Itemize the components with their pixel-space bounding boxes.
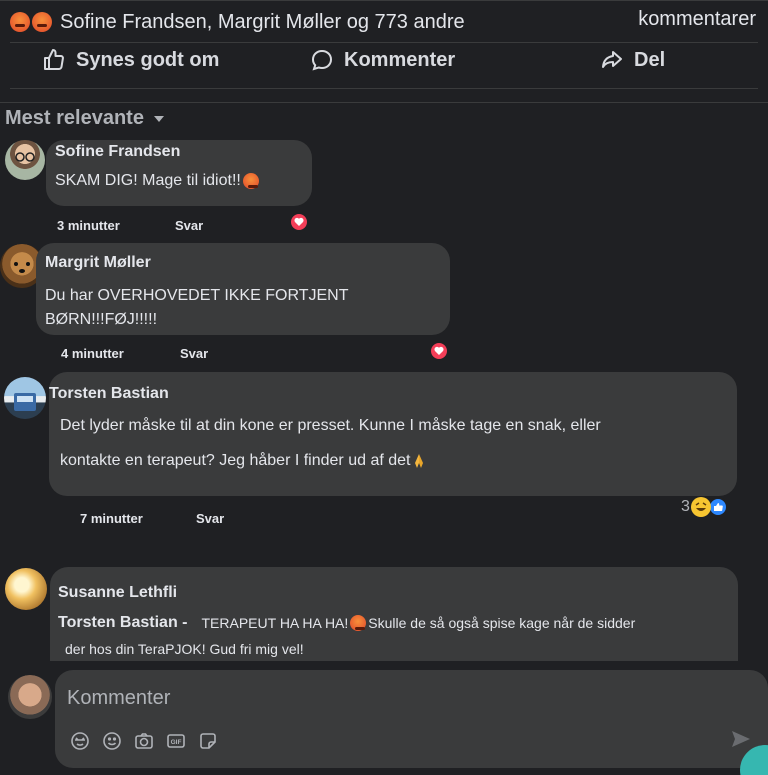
comments-count-link[interactable]: kommentarer: [638, 8, 756, 31]
angry-emoji-icon: [32, 12, 52, 32]
avatar[interactable]: [4, 377, 46, 419]
angry-emoji-icon: [242, 173, 259, 189]
comment-author[interactable]: Margrit Møller: [45, 254, 151, 272]
comment-text: BØRN!!!FØJ!!!!!: [45, 311, 158, 328]
comment-text: Skulle de så også spise kage når de sidd…: [368, 615, 636, 631]
comment-text: der hos din TeraPJOK! Gud fri mig vel!: [65, 641, 304, 657]
caret-down-icon: [153, 115, 164, 122]
like-reaction-icon: [707, 497, 728, 517]
heart-reaction-icon[interactable]: [289, 212, 309, 232]
bus-icon: [14, 393, 36, 411]
sort-label: Mest relevante: [5, 107, 144, 129]
comment-author[interactable]: Susanne Lethfli: [58, 584, 177, 602]
reactions-summary[interactable]: Sofine Frandsen, Margrit Møller og 773 a…: [10, 8, 465, 36]
avatar[interactable]: [5, 140, 45, 180]
thumbs-up-icon: [44, 49, 64, 70]
comment-text: Det lyder måske til at din kone er press…: [60, 417, 601, 434]
prayer-hands-emoji-icon: [412, 453, 426, 469]
sort-dropdown[interactable]: Mest relevante: [5, 107, 164, 130]
reaction-count: 3: [681, 498, 690, 515]
comment-bubble: Torsten Bastian Det lyder måske til at d…: [49, 372, 737, 496]
mention-tag[interactable]: Torsten Bastian -: [58, 614, 188, 632]
comment-text: SKAM DIG! Mage til idiot!!: [55, 172, 241, 189]
angry-emoji-icon: [10, 12, 30, 32]
reply-link[interactable]: Svar: [175, 218, 203, 233]
post-actions: Synes godt om Kommenter Del: [0, 48, 768, 86]
divider: [0, 102, 768, 103]
reactions-summary-text: Sofine Frandsen, Margrit Møller og 773 a…: [60, 10, 465, 33]
laugh-reaction-icon: [690, 497, 711, 517]
comment-time[interactable]: 4 minutter: [61, 346, 124, 361]
current-user-avatar[interactable]: [8, 675, 52, 719]
sticker-icon[interactable]: [197, 730, 219, 752]
reply-link[interactable]: Svar: [196, 511, 224, 526]
like-button[interactable]: Synes godt om: [42, 48, 219, 72]
reaction-summary[interactable]: 3: [681, 497, 728, 517]
camera-icon[interactable]: [133, 730, 155, 752]
comment-time[interactable]: 3 minutter: [57, 218, 120, 233]
divider: [10, 88, 758, 89]
like-label: Synes godt om: [76, 48, 220, 71]
share-label: Del: [634, 48, 666, 71]
glasses-icon: [15, 152, 35, 162]
comment-text: TERAPEUT HA HA HA!: [201, 615, 349, 631]
comment-bubble: Sofine Frandsen SKAM DIG! Mage til idiot…: [46, 140, 312, 206]
comment-input[interactable]: [67, 684, 667, 712]
comment-author[interactable]: Torsten Bastian: [49, 385, 169, 403]
comment-text: kontakte en terapeut? Jeg håber I finder…: [60, 452, 411, 469]
comment-composer: GIF: [55, 670, 768, 768]
share-arrow-icon: [602, 51, 622, 68]
gif-icon[interactable]: GIF: [165, 730, 187, 752]
comment-bubble: Margrit Møller Du har OVERHOVEDET IKKE F…: [36, 243, 450, 335]
comment-bubble: Susanne Lethfli Torsten Bastian - TERAPE…: [50, 567, 738, 661]
comment-bubble-icon: [311, 49, 333, 71]
comment-button[interactable]: Kommenter: [310, 48, 455, 72]
reply-link[interactable]: Svar: [180, 346, 208, 361]
comment-time[interactable]: 7 minutter: [80, 511, 143, 526]
comment-text-row: kontakte en terapeut? Jeg håber I finder…: [60, 452, 426, 470]
share-button[interactable]: Del: [600, 48, 665, 72]
avatar[interactable]: [5, 568, 47, 610]
svg-text:GIF: GIF: [171, 739, 182, 746]
avatar-sticker-icon[interactable]: [69, 730, 91, 752]
divider: [10, 42, 758, 43]
comment-text: Du har OVERHOVEDET IKKE FORTJENT: [45, 287, 349, 304]
comment-text-row: Torsten Bastian - TERAPEUT HA HA HA! Sku…: [58, 614, 635, 632]
top-divider: [0, 0, 768, 1]
heart-reaction-icon[interactable]: [429, 341, 449, 361]
comment-label: Kommenter: [344, 48, 456, 71]
comment-author[interactable]: Sofine Frandsen: [55, 143, 180, 161]
smiley-icon[interactable]: [101, 730, 123, 752]
angry-emoji-icon: [350, 615, 367, 631]
comment-text-row: SKAM DIG! Mage til idiot!!: [55, 172, 261, 190]
